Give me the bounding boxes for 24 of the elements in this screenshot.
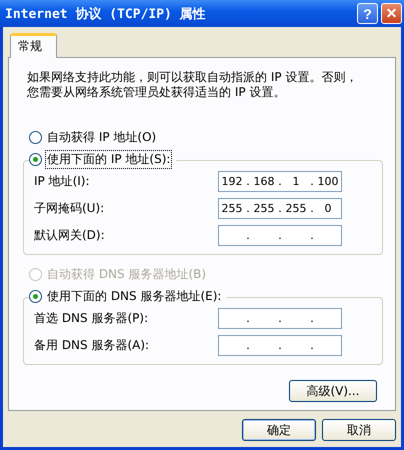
cancel-button[interactable]: 取消 xyxy=(322,419,396,441)
radio-button[interactable] xyxy=(29,153,42,166)
ok-button[interactable]: 确定 xyxy=(242,419,316,441)
ip-address-field[interactable]: . . . xyxy=(218,225,342,246)
intro-text: 如果网络支持此功能，则可以获取自动指派的 IP 设置。否则，您需要从网络系统管理员处获得适当的 IP 设置。 xyxy=(27,70,358,100)
ip-address-field[interactable]: 255 . 255 . 255 . 0 xyxy=(218,198,342,219)
field-label: 默认网关(D): xyxy=(34,227,106,244)
help-button[interactable]: ? xyxy=(357,3,378,24)
ip-address-field[interactable]: . . . xyxy=(218,308,342,329)
field-label: 子网掩码(U): xyxy=(34,200,106,217)
window-title: Internet 协议 (TCP/IP) 属性 xyxy=(5,6,207,22)
ip-address-field[interactable]: . . . xyxy=(218,335,342,356)
advanced-button[interactable]: 高级(V)... xyxy=(289,380,377,402)
field-label: 备用 DNS 服务器(A): xyxy=(34,337,150,354)
radio-button[interactable] xyxy=(29,131,42,144)
close-button[interactable]: × xyxy=(381,3,402,24)
field-label: 首选 DNS 服务器(P): xyxy=(34,310,150,327)
field-label: IP 地址(I): xyxy=(34,173,91,190)
radio-label[interactable]: 自动获得 IP 地址(O) xyxy=(45,128,158,147)
radio-label[interactable]: 使用下面的 DNS 服务器地址(E): xyxy=(45,287,224,306)
ip-address-field[interactable]: 192 . 168 . 1 . 100 xyxy=(218,171,342,192)
radio-label[interactable]: 使用下面的 IP 地址(S): xyxy=(45,150,172,169)
tab[interactable]: 常规 xyxy=(10,33,57,58)
radio-button[interactable] xyxy=(29,290,42,303)
